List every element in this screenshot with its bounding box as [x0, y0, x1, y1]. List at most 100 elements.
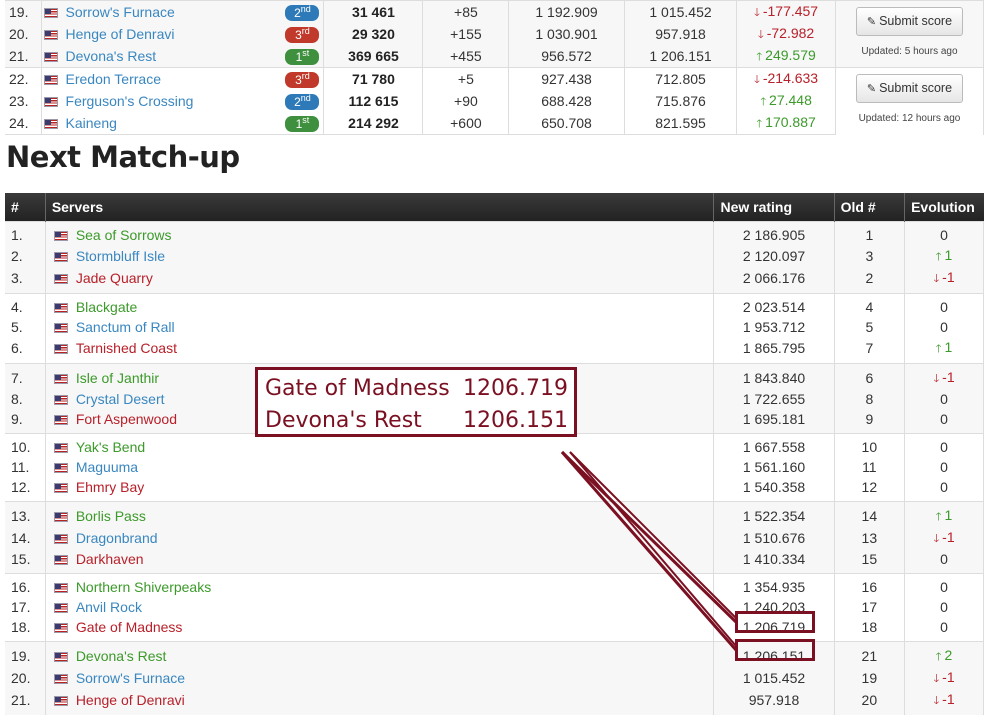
- server-link[interactable]: Maguuma: [76, 459, 138, 475]
- tier-cell: 1st: [276, 45, 324, 68]
- new-rating-cell: 2 023.514: [714, 294, 834, 318]
- action-cell: ✎Submit scoreUpdated: 5 hours ago: [835, 1, 983, 68]
- us-flag-icon: [54, 323, 68, 333]
- server-link[interactable]: Crystal Desert: [76, 391, 165, 407]
- rank-cell: 23.: [5, 90, 41, 112]
- server-link[interactable]: Sanctum of Rall: [76, 319, 175, 335]
- us-flag-icon: [54, 534, 68, 544]
- submit-score-button[interactable]: ✎Submit score: [856, 74, 963, 103]
- server-link[interactable]: Sorrow's Furnace: [76, 670, 185, 686]
- score-cell: 112 615: [324, 90, 423, 112]
- tier-suffix: rd: [302, 26, 310, 36]
- score-cell: 369 665: [324, 45, 423, 68]
- server-link[interactable]: Henge of Denravi: [66, 26, 175, 42]
- server-cell: Northern Shiverpeaks: [45, 574, 714, 598]
- new-rating-cell: 957.918: [624, 23, 737, 45]
- server-link[interactable]: Isle of Janthir: [76, 370, 159, 386]
- tier-cell: 3rd: [276, 68, 324, 91]
- server-link[interactable]: Devona's Rest: [76, 648, 167, 664]
- old-rank-cell: 1: [834, 222, 904, 246]
- old-rating-cell: 927.438: [509, 68, 624, 91]
- server-link[interactable]: Eredon Terrace: [66, 71, 161, 87]
- evolution-cell: 0: [905, 457, 984, 477]
- submit-score-button[interactable]: ✎Submit score: [856, 7, 963, 36]
- server-link[interactable]: Henge of Denravi: [76, 692, 185, 708]
- evolution-value: 0: [940, 459, 948, 475]
- rank-cell: 7.: [5, 364, 45, 390]
- rank-cell: 15.: [5, 549, 45, 574]
- tier-badge: 1st: [285, 116, 319, 132]
- us-flag-icon: [44, 97, 58, 107]
- evolution-value: 0: [940, 227, 948, 243]
- server-link[interactable]: Ehmry Bay: [76, 479, 144, 495]
- evolution-cell: 0: [905, 549, 984, 574]
- server-link[interactable]: Dragonbrand: [76, 530, 158, 546]
- server-link[interactable]: Gate of Madness: [76, 619, 183, 635]
- new-rating-cell: 1 722.655: [714, 389, 834, 409]
- evolution-cell: 0: [905, 617, 984, 642]
- table-row: 14.Dragonbrand1 510.67613-1: [5, 527, 984, 549]
- server-link[interactable]: Northern Shiverpeaks: [76, 579, 211, 595]
- old-rank-cell: 3: [834, 245, 904, 267]
- annotation-callout: Gate of Madness 1206.719 Devona's Rest 1…: [255, 367, 577, 437]
- rank-cell: 22.: [5, 68, 41, 91]
- server-link[interactable]: Blackgate: [76, 299, 137, 315]
- score-cell: 29 320: [324, 23, 423, 45]
- server-cell: Sanctum of Rall: [45, 317, 714, 337]
- new-rating-cell: 715.876: [624, 90, 737, 112]
- top-ratings-table: 19.Sorrow's Furnace2nd31 461+851 192.909…: [5, 0, 984, 135]
- new-rating-cell: 957.918: [714, 689, 834, 715]
- callout-label-1: Gate of Madness: [265, 376, 450, 401]
- tier-number: 3: [295, 28, 302, 42]
- evolution-value: 0: [940, 411, 948, 427]
- server-link[interactable]: Yak's Bend: [76, 439, 145, 455]
- server-link[interactable]: Kaineng: [66, 115, 117, 131]
- old-rank-cell: 17: [834, 597, 904, 617]
- rank-cell: 16.: [5, 574, 45, 598]
- delta-cell: +155: [423, 23, 509, 45]
- evolution-cell: 0: [905, 434, 984, 458]
- tier-number: 2: [294, 6, 301, 20]
- server-link[interactable]: Anvil Rock: [76, 599, 142, 615]
- server-link[interactable]: Darkhaven: [76, 551, 144, 567]
- table-row: 12.Ehmry Bay1 540.358120: [5, 477, 984, 502]
- server-link[interactable]: Tarnished Coast: [76, 340, 177, 356]
- rank-cell: 6.: [5, 337, 45, 364]
- old-rating-cell: 956.572: [509, 45, 624, 68]
- us-flag-icon: [54, 696, 68, 706]
- server-link[interactable]: Ferguson's Crossing: [66, 93, 194, 109]
- table-row: 18.Gate of Madness1 206.719180: [5, 617, 984, 642]
- evolution-value: 0: [940, 299, 948, 315]
- server-cell: Gate of Madness: [45, 617, 714, 642]
- old-rank-cell: 18: [834, 617, 904, 642]
- server-cell: Anvil Rock: [45, 597, 714, 617]
- server-link[interactable]: Fort Aspenwood: [76, 411, 177, 427]
- server-link[interactable]: Jade Quarry: [76, 270, 153, 286]
- arrow-down-icon: -1: [933, 269, 954, 285]
- evolution-cell: 0: [905, 597, 984, 617]
- us-flag-icon: [54, 252, 68, 262]
- old-rank-cell: 15: [834, 549, 904, 574]
- new-rating-cell: 1 953.712: [714, 317, 834, 337]
- old-rank-cell: 12: [834, 477, 904, 502]
- server-link[interactable]: Stormbluff Isle: [76, 248, 165, 264]
- old-rank-cell: 5: [834, 317, 904, 337]
- old-rank-cell: 8: [834, 389, 904, 409]
- server-link[interactable]: Borlis Pass: [76, 508, 146, 524]
- server-link[interactable]: Sea of Sorrows: [76, 227, 172, 243]
- delta-cell: +85: [423, 1, 509, 24]
- evolution-cell: -1: [905, 667, 984, 689]
- arrow-up-icon: 249.579: [756, 47, 815, 63]
- table-row: 17.Anvil Rock1 240.203170: [5, 597, 984, 617]
- server-cell: Tarnished Coast: [45, 337, 714, 364]
- old-rank-cell: 6: [834, 364, 904, 390]
- callout-label-2: Devona's Rest: [265, 408, 422, 433]
- new-rating-cell: 2 066.176: [714, 267, 834, 294]
- server-link[interactable]: Devona's Rest: [66, 48, 157, 64]
- new-rating-cell: 2 186.905: [714, 222, 834, 246]
- server-link[interactable]: Sorrow's Furnace: [66, 4, 175, 20]
- old-rank-cell: 16: [834, 574, 904, 598]
- new-rating-cell: 1 843.840: [714, 364, 834, 390]
- highlight-box-devonas-rest: [735, 639, 815, 661]
- table-row: 15.Darkhaven1 410.334150: [5, 549, 984, 574]
